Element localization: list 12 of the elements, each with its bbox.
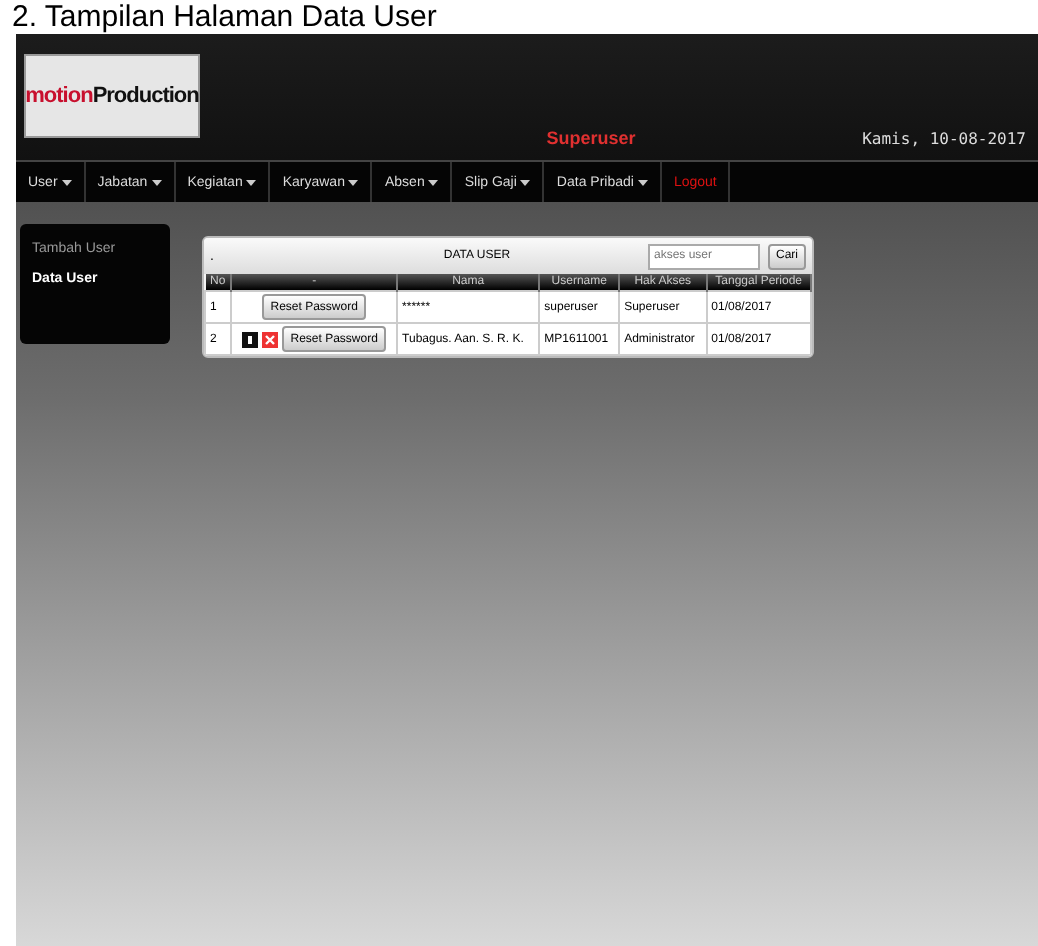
caret-icon (520, 179, 531, 185)
caret-icon (348, 179, 359, 185)
caret-icon (637, 179, 648, 185)
user-role: Superuser (544, 128, 638, 148)
caret-icon (428, 179, 439, 185)
date-text: Kamis, 10-08-2017 (862, 130, 1026, 148)
caret-icon (246, 179, 257, 185)
logo: motionProduction (24, 54, 200, 138)
delete-icon[interactable] (262, 331, 279, 347)
caption: 2. Tampilan Halaman Data User (10, 0, 439, 34)
caret-icon (151, 179, 162, 185)
caret-icon (61, 179, 72, 185)
